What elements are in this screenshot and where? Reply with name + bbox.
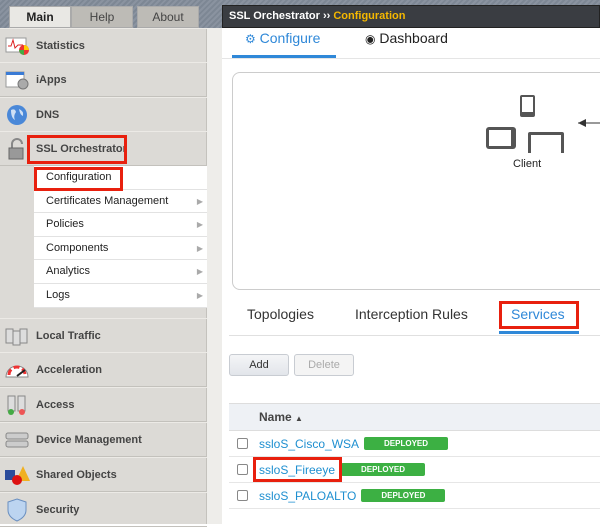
sidebar-item-shared-objects[interactable]: Shared Objects bbox=[0, 457, 207, 492]
tab-dashboard[interactable]: ◉ Dashboard bbox=[365, 30, 448, 46]
statistics-icon bbox=[4, 35, 30, 57]
sidebar-label: Security bbox=[36, 503, 80, 516]
chevron-right-icon: ▶ bbox=[196, 196, 203, 206]
submenu-item-components[interactable]: Components ▶ bbox=[34, 237, 207, 261]
tab-about[interactable]: About bbox=[137, 6, 199, 28]
subtab-topologies[interactable]: Topologies bbox=[247, 306, 314, 322]
iapps-icon bbox=[4, 69, 30, 91]
submenu-item-certificates[interactable]: Certificates Management ▶ bbox=[34, 190, 207, 214]
breadcrumb-app[interactable]: SSL Orchestrator bbox=[229, 10, 320, 22]
breadcrumb: SSL Orchestrator ›› Configuration bbox=[222, 5, 600, 28]
sidebar-label: DNS bbox=[36, 108, 60, 121]
highlight-box bbox=[27, 135, 127, 164]
submenu-item-logs[interactable]: Logs ▶ bbox=[34, 284, 207, 308]
status-badge: DEPLOYED bbox=[341, 463, 426, 476]
table-header-name[interactable]: Name ▲ bbox=[229, 403, 600, 431]
sidebar-label: Shared Objects bbox=[36, 468, 117, 481]
device-icon bbox=[4, 429, 30, 451]
gears-icon: ⚙ bbox=[245, 32, 256, 46]
sidebar-label: Acceleration bbox=[36, 363, 103, 376]
table-row: ssloS_Cisco_WSA DEPLOYED bbox=[229, 431, 600, 457]
sidebar-item-access[interactable]: Access bbox=[0, 387, 207, 422]
row-checkbox[interactable] bbox=[237, 438, 248, 449]
sidebar-gap bbox=[207, 28, 222, 524]
highlight-box bbox=[499, 301, 579, 329]
divider bbox=[229, 335, 600, 336]
sidebar-item-dns[interactable]: DNS bbox=[0, 97, 207, 132]
status-badge: DEPLOYED bbox=[364, 437, 449, 450]
sidebar-item-acceleration[interactable]: Acceleration bbox=[0, 352, 207, 387]
client-devices-icon bbox=[486, 95, 600, 153]
chevron-right-icon: ▶ bbox=[196, 267, 203, 277]
subtab-interception-rules[interactable]: Interception Rules bbox=[355, 306, 468, 322]
add-button[interactable]: Add bbox=[229, 354, 289, 376]
sidebar-label: Access bbox=[36, 398, 75, 411]
topology-diagram: Client bbox=[232, 72, 600, 290]
highlight-box bbox=[253, 457, 342, 482]
chevron-right-icon: ▶ bbox=[196, 290, 203, 300]
dashboard-icon: ◉ bbox=[365, 32, 376, 46]
sidebar-item-statistics[interactable]: Statistics bbox=[0, 28, 207, 63]
row-checkbox[interactable] bbox=[237, 490, 248, 501]
highlight-box bbox=[34, 167, 123, 191]
tab-help[interactable]: Help bbox=[71, 6, 133, 28]
sidebar-label: Device Management bbox=[36, 433, 142, 446]
access-icon bbox=[4, 394, 30, 416]
gauge-icon bbox=[4, 359, 30, 381]
sort-asc-icon: ▲ bbox=[295, 414, 303, 423]
sidebar-item-security[interactable]: Security bbox=[0, 492, 207, 527]
submenu-item-analytics[interactable]: Analytics ▶ bbox=[34, 260, 207, 284]
service-link[interactable]: ssloS_PALOALTO bbox=[259, 489, 356, 503]
globe-icon bbox=[4, 104, 30, 126]
delete-button[interactable]: Delete bbox=[294, 354, 354, 376]
shapes-icon bbox=[4, 464, 30, 486]
servers-icon bbox=[4, 325, 30, 347]
tab-configure[interactable]: ⚙ Configure bbox=[245, 30, 320, 46]
service-link[interactable]: ssloS_Cisco_WSA bbox=[259, 437, 359, 451]
sidebar-item-local-traffic[interactable]: Local Traffic bbox=[0, 318, 207, 353]
sidebar-label: iApps bbox=[36, 73, 67, 86]
sidebar-item-device-management[interactable]: Device Management bbox=[0, 422, 207, 457]
chevron-right-icon: ▶ bbox=[196, 220, 203, 230]
active-subtab-underline bbox=[499, 331, 579, 334]
client-label: Client bbox=[513, 158, 542, 170]
sidebar-label: Statistics bbox=[36, 39, 85, 52]
breadcrumb-current: Configuration bbox=[333, 10, 406, 22]
breadcrumb-separator: ›› bbox=[322, 10, 331, 22]
shield-icon bbox=[4, 497, 30, 522]
divider bbox=[222, 58, 600, 59]
sidebar-label: Local Traffic bbox=[36, 329, 101, 342]
status-badge: DEPLOYED bbox=[361, 489, 446, 502]
tab-main[interactable]: Main bbox=[9, 6, 71, 28]
chevron-right-icon: ▶ bbox=[196, 243, 203, 253]
row-checkbox[interactable] bbox=[237, 464, 248, 475]
table-row: ssloS_PALOALTO DEPLOYED bbox=[229, 483, 600, 509]
sidebar-item-iapps[interactable]: iApps bbox=[0, 62, 207, 97]
submenu-item-policies[interactable]: Policies ▶ bbox=[34, 213, 207, 237]
